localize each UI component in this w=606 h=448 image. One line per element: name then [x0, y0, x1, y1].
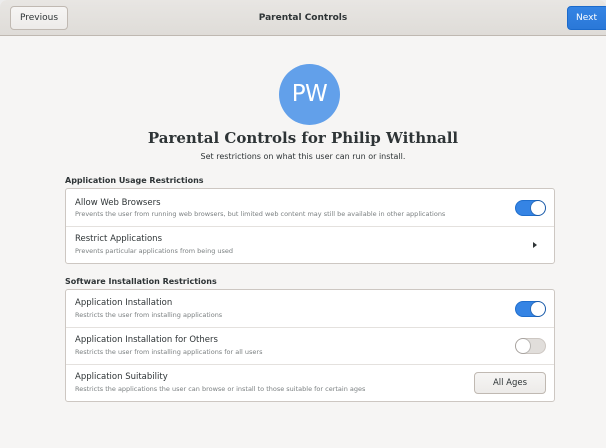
avatar: PW — [279, 64, 340, 125]
usage-restrictions-list: Allow Web Browsers Prevents the user fro… — [65, 188, 555, 264]
row-subtitle: Restricts the user from installing appli… — [75, 348, 263, 356]
page-title: Parental Controls for Philip Withnall — [147, 129, 459, 147]
header-bar: Previous Parental Controls Next — [0, 0, 606, 36]
allow-web-browsers-switch[interactable] — [515, 200, 546, 216]
parental-controls-window: Previous Parental Controls Next PW Paren… — [0, 0, 606, 448]
list-item-application-suitability: Application Suitability Restricts the ap… — [66, 365, 554, 402]
list-item-allow-web-browsers: Allow Web Browsers Prevents the user fro… — [66, 189, 554, 227]
next-button[interactable]: Next — [567, 6, 606, 30]
application-installation-others-switch[interactable] — [515, 338, 546, 354]
window-title: Parental Controls — [258, 13, 348, 23]
row-subtitle: Prevents the user from running web brows… — [75, 210, 446, 218]
application-installation-switch[interactable] — [515, 301, 546, 317]
row-subtitle: Restricts the applications the user can … — [75, 385, 366, 393]
age-suitability-combo[interactable]: All Ages — [474, 372, 546, 394]
install-restrictions-list: Application Installation Restricts the u… — [65, 289, 555, 402]
list-item-application-installation: Application Installation Restricts the u… — [66, 290, 554, 328]
row-subtitle: Prevents particular applications from be… — [75, 247, 234, 255]
row-title: Restrict Applications — [75, 234, 163, 244]
list-item-application-installation-others: Application Installation for Others Rest… — [66, 328, 554, 365]
row-subtitle: Restricts the user from installing appli… — [75, 311, 223, 319]
install-section-header: Software Installation Restrictions — [65, 277, 217, 286]
row-title: Application Installation — [75, 298, 173, 308]
usage-section-header: Application Usage Restrictions — [65, 176, 204, 185]
pan-end-icon — [533, 242, 537, 248]
list-item-restrict-applications[interactable]: Restrict Applications Prevents particula… — [66, 227, 554, 264]
switch-knob — [531, 201, 545, 215]
row-title: Application Installation for Others — [75, 335, 218, 345]
row-title: Allow Web Browsers — [75, 198, 161, 208]
switch-knob — [531, 302, 545, 316]
row-title: Application Suitability — [75, 372, 168, 382]
switch-knob — [516, 339, 530, 353]
page-subtitle: Set restrictions on what this user can r… — [200, 152, 406, 161]
